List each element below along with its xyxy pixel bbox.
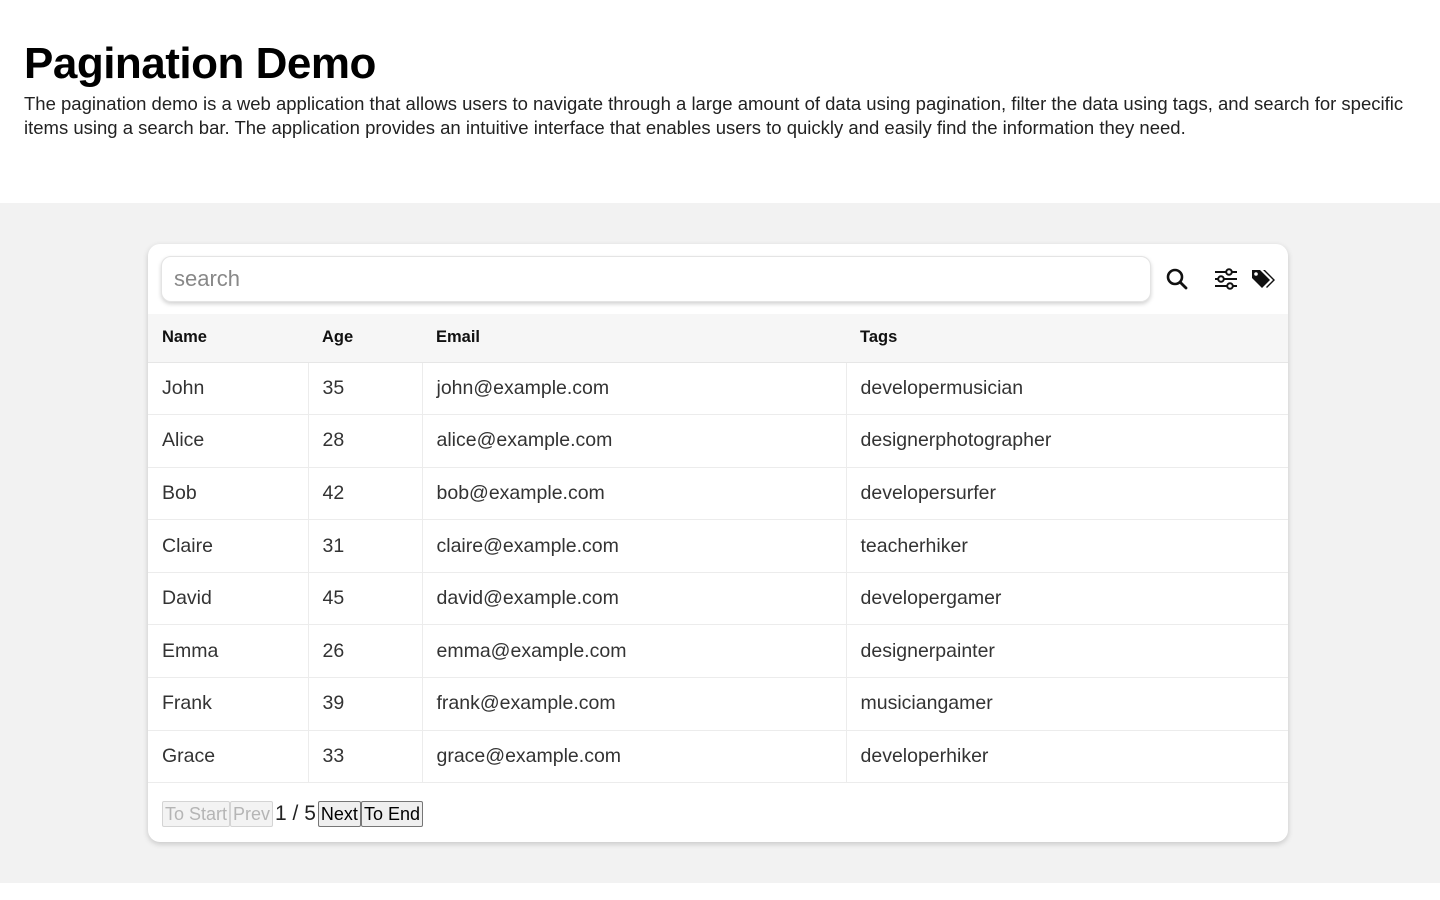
- cell-name: Alice: [148, 414, 309, 468]
- column-header-email[interactable]: Email: [422, 314, 846, 363]
- table-row: John 35 john@example.com developermusici…: [148, 362, 1288, 416]
- page-title: Pagination Demo: [24, 39, 376, 88]
- to-end-button[interactable]: To End: [360, 801, 423, 827]
- cell-tags: developermusician: [846, 362, 1288, 416]
- cell-tags: teacherhiker: [846, 519, 1288, 573]
- page-description: The pagination demo is a web application…: [24, 93, 1404, 138]
- cell-tags: developerhiker: [846, 730, 1288, 784]
- cell-name: Grace: [148, 730, 309, 784]
- table-row: Claire 31 claire@example.com teacherhike…: [148, 519, 1288, 573]
- column-header-name[interactable]: Name: [148, 314, 308, 363]
- cell-age: 28: [308, 414, 423, 468]
- cell-email: david@example.com: [422, 572, 847, 626]
- search-icon[interactable]: [1162, 264, 1192, 294]
- cell-age: 45: [308, 572, 423, 626]
- table-row: David 45 david@example.com developergame…: [148, 572, 1288, 626]
- cell-age: 31: [308, 519, 423, 573]
- tags-icon[interactable]: [1248, 264, 1278, 294]
- column-header-age[interactable]: Age: [308, 314, 422, 363]
- page-indicator: 1 / 5: [275, 802, 316, 825]
- next-button[interactable]: Next: [317, 801, 361, 827]
- table-row: Grace 33 grace@example.com developerhike…: [148, 730, 1288, 784]
- table-row: Alice 28 alice@example.com designerphoto…: [148, 414, 1288, 468]
- cell-tags: developersurfer: [846, 467, 1288, 521]
- cell-name: David: [148, 572, 309, 626]
- search-input[interactable]: [161, 256, 1151, 302]
- table-header-row: Name Age Email Tags: [148, 314, 1288, 363]
- cell-tags: designerphotographer: [846, 414, 1288, 468]
- cell-email: john@example.com: [422, 362, 847, 416]
- column-header-tags[interactable]: Tags: [846, 314, 1288, 363]
- table-row: Bob 42 bob@example.com developersurfer: [148, 467, 1288, 521]
- data-table: Name Age Email Tags John 35 john@example…: [148, 314, 1288, 784]
- cell-email: frank@example.com: [422, 677, 847, 731]
- cell-tags: musiciangamer: [846, 677, 1288, 731]
- cell-email: emma@example.com: [422, 624, 847, 679]
- cell-age: 39: [308, 677, 423, 731]
- cell-email: bob@example.com: [422, 467, 847, 521]
- pagination-controls: To Start Prev 1 / 5 Next To End: [162, 801, 423, 827]
- sliders-icon[interactable]: [1211, 264, 1241, 294]
- page-header: Pagination Demo The pagination demo is a…: [0, 0, 1440, 165]
- prev-button[interactable]: Prev: [230, 801, 274, 827]
- cell-name: Bob: [148, 467, 309, 521]
- cell-email: claire@example.com: [422, 519, 847, 573]
- toolbar: [148, 244, 1288, 314]
- cell-email: grace@example.com: [422, 730, 847, 784]
- cell-name: Emma: [148, 624, 309, 679]
- cell-age: 33: [308, 730, 423, 784]
- cell-age: 42: [308, 467, 423, 521]
- cell-name: Claire: [148, 519, 309, 573]
- cell-name: John: [148, 362, 309, 416]
- cell-email: alice@example.com: [422, 414, 847, 468]
- cell-tags: developergamer: [846, 572, 1288, 626]
- cell-tags: designerpainter: [846, 624, 1288, 679]
- cell-age: 26: [308, 624, 423, 679]
- to-start-button[interactable]: To Start: [162, 801, 231, 827]
- data-card: Name Age Email Tags John 35 john@example…: [148, 244, 1288, 842]
- cell-name: Frank: [148, 677, 309, 731]
- table-row: Emma 26 emma@example.com designerpainter: [148, 624, 1288, 679]
- cell-age: 35: [308, 362, 423, 416]
- table-row: Frank 39 frank@example.com musiciangamer: [148, 677, 1288, 731]
